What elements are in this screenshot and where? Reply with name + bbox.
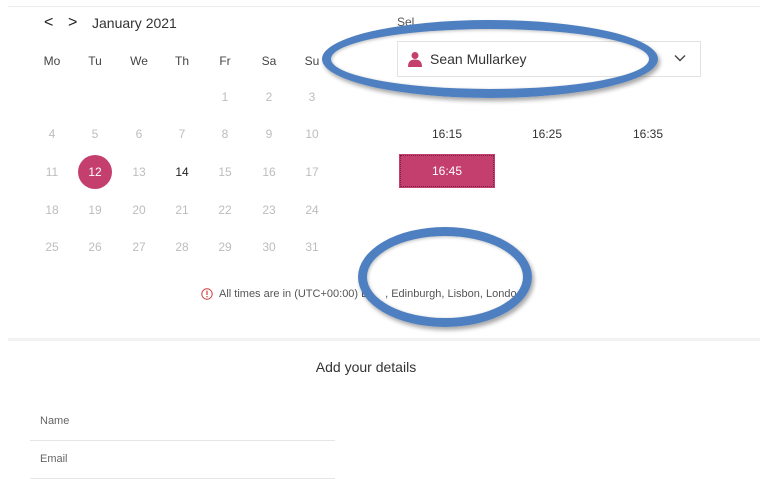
calendar-day: 17 [305, 165, 319, 179]
section-divider [8, 338, 760, 341]
calendar-day: 20 [132, 203, 146, 217]
annotation-oval-timezone [358, 227, 532, 327]
name-placeholder: Name [40, 415, 70, 427]
calendar-day: 15 [218, 165, 232, 179]
prev-month-button[interactable]: < [44, 14, 53, 32]
weekday-header: Mo [43, 54, 61, 68]
calendar-day: 8 [221, 127, 229, 141]
staff-label: Sel [397, 15, 415, 29]
weekday-header: Su [304, 54, 320, 68]
details-title: Add your details [315, 359, 417, 375]
calendar-day: 5 [91, 127, 99, 141]
calendar-day: 25 [45, 240, 59, 254]
calendar-day: 27 [132, 240, 146, 254]
email-placeholder: Email [40, 453, 68, 465]
calendar-day: 21 [175, 203, 189, 217]
calendar-day: 4 [48, 127, 56, 141]
calendar-day: 30 [262, 240, 276, 254]
info-icon [201, 288, 213, 300]
timezone-prefix: All times are in [219, 288, 292, 300]
top-divider [8, 6, 760, 7]
calendar-day: 10 [305, 127, 319, 141]
calendar-day: 23 [262, 203, 276, 217]
staff-select[interactable]: Sean Mullarkey [397, 41, 701, 77]
staff-name: Sean Mullarkey [430, 51, 527, 67]
calendar-day: 18 [45, 203, 59, 217]
weekday-header: Fr [219, 54, 231, 68]
calendar-day: 31 [305, 240, 319, 254]
calendar-day: 16 [262, 165, 276, 179]
weekday-header: Tu [88, 54, 102, 68]
timezone-tail: , Edinburgh, Lisbon, Londo [385, 288, 517, 300]
calendar-day: 3 [308, 90, 316, 104]
timezone-value: (UTC+00:00) D [294, 288, 370, 300]
name-field[interactable]: Name [30, 405, 335, 441]
timezone-note: All times are in (UTC+00:00) D , Edinburg… [201, 288, 517, 300]
person-icon [408, 52, 422, 67]
calendar-day-selected[interactable]: 12 [78, 155, 112, 189]
time-slot[interactable]: 16:15 [399, 117, 495, 151]
month-label: January 2021 [92, 15, 177, 31]
time-slot[interactable]: 16:25 [499, 117, 595, 151]
weekday-header: We [130, 54, 148, 68]
calendar-day: 6 [135, 127, 143, 141]
calendar-day: 29 [218, 240, 232, 254]
calendar-day: 28 [175, 240, 189, 254]
chevron-down-icon [674, 55, 686, 62]
calendar-day: 26 [88, 240, 102, 254]
calendar-day: 22 [218, 203, 232, 217]
calendar-day: 11 [45, 165, 59, 179]
calendar-day: 24 [305, 203, 319, 217]
calendar-day[interactable]: 14 [165, 155, 199, 189]
calendar-day: 7 [178, 127, 186, 141]
calendar-day: 2 [265, 90, 273, 104]
calendar-day: 9 [265, 127, 273, 141]
calendar-day: 13 [132, 165, 146, 179]
next-month-button[interactable]: > [68, 14, 77, 32]
time-slot[interactable]: 16:35 [600, 117, 696, 151]
calendar-day: 19 [88, 203, 102, 217]
calendar-day: 1 [221, 90, 229, 104]
email-field[interactable]: Email [30, 443, 335, 479]
time-slot-selected[interactable]: 16:45 [399, 154, 495, 188]
weekday-header: Sa [261, 54, 277, 68]
weekday-header: Th [174, 54, 189, 68]
